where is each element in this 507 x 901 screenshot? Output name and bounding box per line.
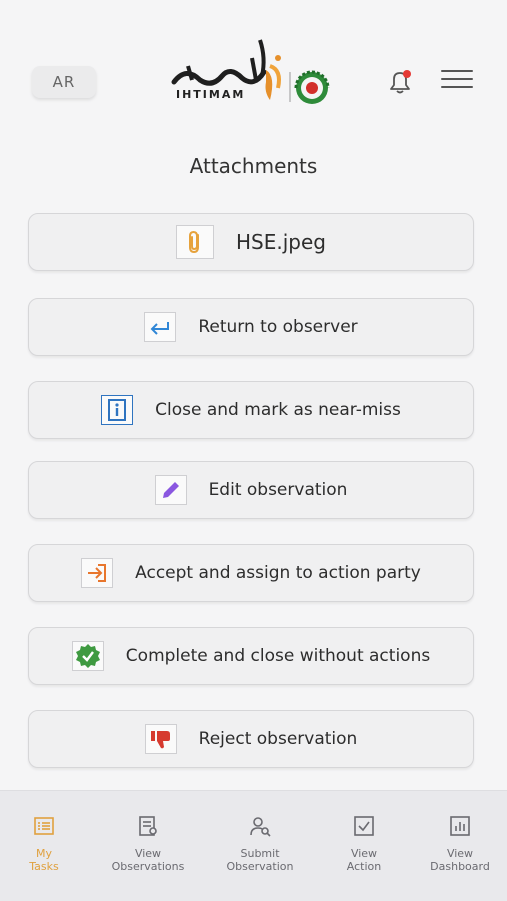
info-icon: [101, 395, 134, 425]
attachment-file-name: HSE.jpeg: [236, 230, 326, 254]
thumbs-down-icon: [144, 724, 177, 754]
app-header: AR IHTIMAM: [0, 0, 507, 140]
page-title: Attachments: [189, 154, 318, 178]
menu-line-icon: [441, 86, 473, 88]
accept-assign-button[interactable]: Accept and assign to action party: [28, 544, 474, 602]
return-arrow-icon: [144, 312, 177, 342]
observations-icon: [139, 816, 157, 836]
ihtimam-logo: IHTIMAM: [166, 36, 341, 108]
menu-line-icon: [441, 78, 473, 80]
check-badge-icon: [71, 641, 104, 671]
hamburger-menu-button[interactable]: [441, 70, 473, 94]
return-to-observer-button[interactable]: Return to observer: [28, 298, 474, 356]
notification-bell-button[interactable]: [384, 66, 416, 98]
tab-submit-observation[interactable]: Submit Observation: [212, 815, 308, 873]
notification-dot: [403, 70, 411, 78]
tab-view-dashboard[interactable]: View Dashboard: [412, 815, 507, 873]
action-check-icon: [354, 816, 374, 836]
tab-label: My Tasks: [29, 847, 59, 873]
pencil-icon: [154, 475, 187, 505]
tab-label: View Dashboard: [430, 847, 490, 873]
bell-icon: [390, 70, 411, 94]
action-label: Accept and assign to action party: [135, 563, 421, 583]
tab-label: View Action: [346, 847, 382, 873]
action-label: Complete and close without actions: [125, 646, 431, 666]
logo-wordmark: IHTIMAM: [176, 88, 246, 101]
submit-user-icon: [250, 817, 271, 837]
reject-observation-button[interactable]: Reject observation: [28, 710, 474, 768]
edit-observation-button[interactable]: Edit observation: [28, 461, 474, 519]
tab-label: Submit Observation: [226, 847, 294, 873]
menu-line-icon: [441, 70, 473, 72]
action-label: Edit observation: [208, 480, 348, 500]
action-label: Close and mark as near-miss: [155, 400, 401, 420]
complete-close-button[interactable]: Complete and close without actions: [28, 627, 474, 685]
dashboard-icon: [450, 816, 470, 836]
language-toggle-button[interactable]: AR: [32, 66, 96, 98]
tab-view-observations[interactable]: View Observations: [100, 815, 196, 873]
enter-icon: [81, 558, 114, 588]
paperclip-icon: [176, 225, 214, 259]
action-label: Reject observation: [198, 729, 358, 749]
tab-my-tasks[interactable]: My Tasks: [0, 815, 92, 873]
action-label: Return to observer: [198, 317, 358, 337]
bottom-tab-bar: My Tasks View Observations Submit Observ…: [0, 790, 507, 901]
tasks-icon: [34, 817, 54, 835]
close-near-miss-button[interactable]: Close and mark as near-miss: [28, 381, 474, 439]
attachment-file-button[interactable]: HSE.jpeg: [28, 213, 474, 271]
tab-view-action[interactable]: View Action: [316, 815, 412, 873]
tab-label: View Observations: [111, 847, 185, 873]
